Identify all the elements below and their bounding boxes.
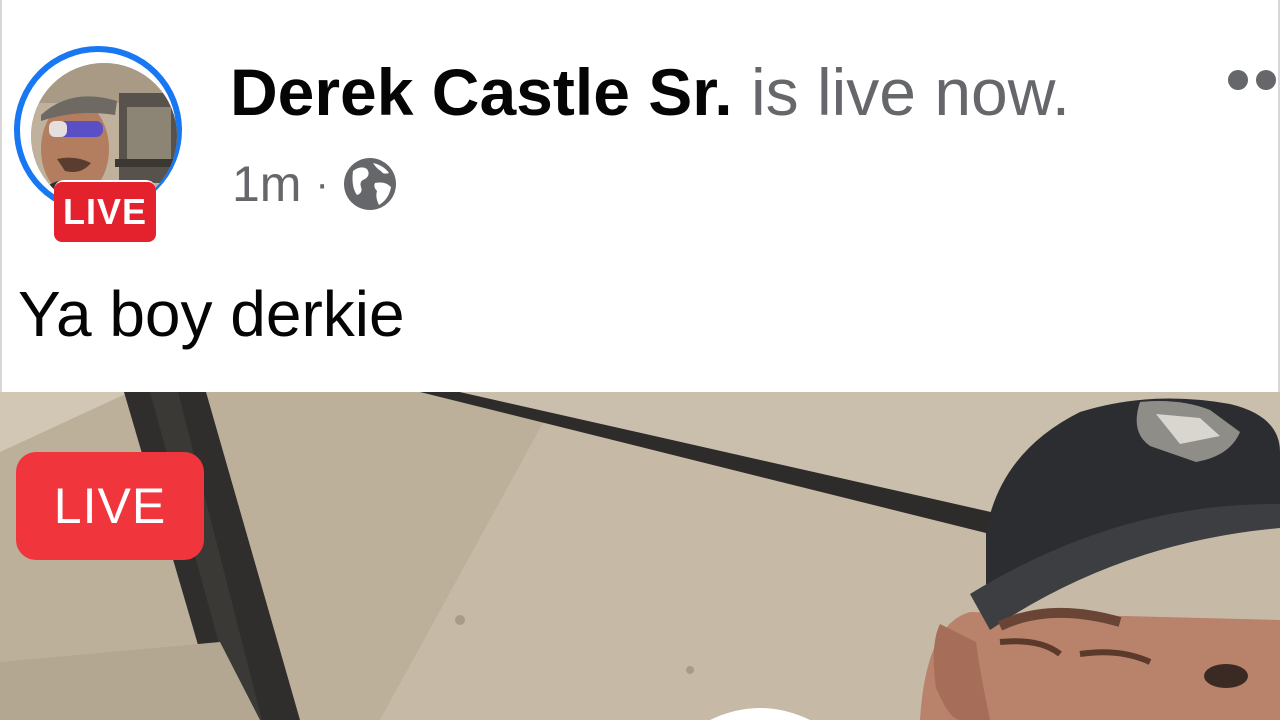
card-border-left: [0, 0, 2, 392]
more-options-icon[interactable]: [1228, 70, 1280, 94]
live-post-card: LIVE Derek Castle Sr. is live now. 1m · …: [0, 0, 1280, 720]
post-caption: Ya boy derkie: [18, 278, 405, 350]
avatar-live-label: LIVE: [54, 182, 156, 242]
live-video-player[interactable]: LIVE: [0, 392, 1280, 720]
globe-icon[interactable]: [343, 157, 397, 211]
author-name-link[interactable]: Derek Castle Sr.: [230, 55, 733, 129]
post-timestamp[interactable]: 1m: [232, 155, 301, 213]
meta-separator: ·: [315, 161, 329, 206]
post-meta: 1m ·: [232, 152, 397, 216]
post-title: Derek Castle Sr. is live now.: [230, 52, 1070, 132]
video-live-badge: LIVE: [16, 452, 204, 560]
live-status-text: is live now.: [750, 55, 1071, 129]
avatar-live-badge: LIVE: [54, 180, 156, 244]
author-avatar-group[interactable]: LIVE: [14, 46, 194, 246]
